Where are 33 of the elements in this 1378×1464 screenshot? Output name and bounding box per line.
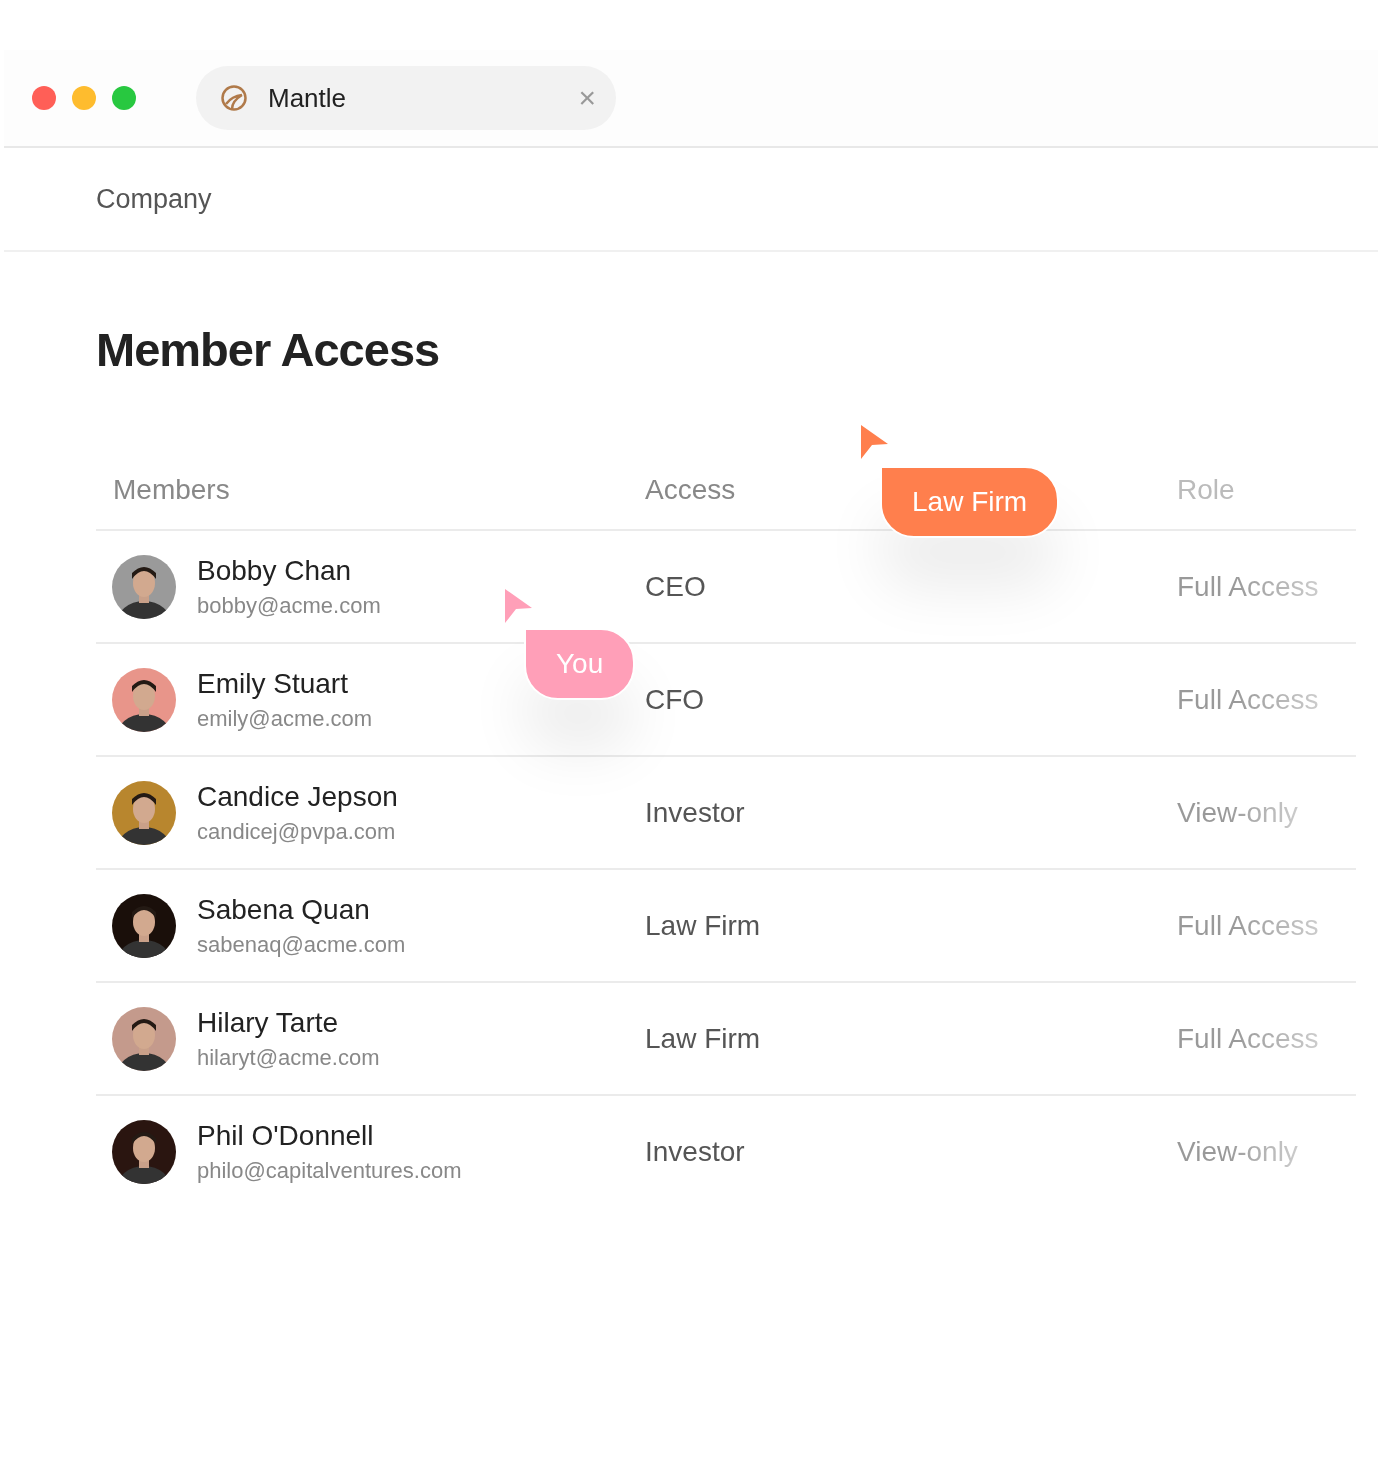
access-cell: Investor [645,1135,745,1168]
member-name: Hilary Tarte [197,1006,339,1039]
member-name: Bobby Chan [197,554,352,587]
tab-title: Mantle [268,82,348,114]
member-email: bobby@acme.com [197,592,381,619]
access-cell: CEO [645,570,706,603]
access-cell: Investor [645,796,745,829]
column-header: Access [645,474,736,506]
cursor-icon [504,588,534,624]
browser-tab[interactable]: Mantle × [196,66,616,130]
member-name: Emily Stuart [197,667,348,700]
column-header: Members [113,474,230,506]
member-email: emily@acme.com [197,705,373,732]
member-email: candicej@pvpa.com [197,818,396,845]
access-cell: Law Firm [645,909,761,942]
member-email: sabenaq@acme.com [197,931,406,958]
cursor-icon [860,424,890,460]
member-email: hilaryt@acme.com [197,1044,380,1071]
member-name: Phil O'Donnell [197,1119,374,1152]
member-email: philo@capitalventures.com [197,1157,462,1184]
member-name: Candice Jepson [197,780,398,813]
access-cell: CFO [645,683,705,716]
access-cell: Law Firm [645,1022,761,1055]
zoom-button[interactable] [112,86,136,110]
logo-icon [220,84,248,112]
cursor-label: Law Firm [880,466,1060,538]
close-button[interactable] [32,86,56,110]
cursor-label: You [524,628,636,700]
page-title: Member Access [96,322,441,377]
breadcrumb[interactable]: Company [96,183,212,215]
column-header: Role [1177,474,1235,506]
minimize-button[interactable] [72,86,96,110]
member-name: Sabena Quan [197,893,370,926]
